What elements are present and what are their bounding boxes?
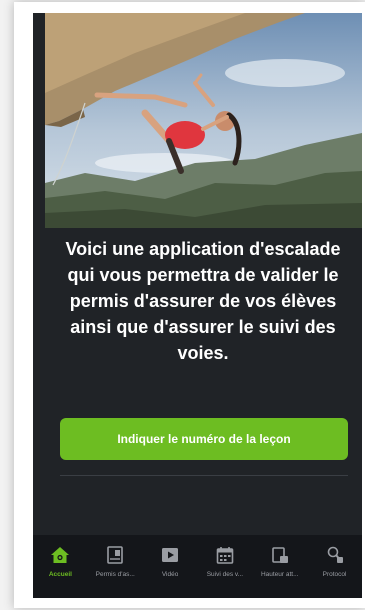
height-icon	[271, 547, 288, 563]
divider	[60, 475, 348, 476]
tab-protocol[interactable]: Protocol	[307, 535, 362, 598]
home-icon	[51, 547, 70, 563]
app-screen: Voici une application d'escalade qui vou…	[33, 13, 362, 598]
video-icon	[162, 548, 179, 562]
tab-label: Vidéo	[161, 571, 179, 578]
protocol-icon	[327, 546, 343, 563]
tab-accueil[interactable]: Accueil	[33, 535, 88, 598]
tab-label: Suivi des v...	[206, 571, 244, 578]
tab-suivi[interactable]: Suivi des v...	[197, 535, 252, 598]
tab-label: Accueil	[48, 571, 72, 578]
tab-video[interactable]: Vidéo	[143, 535, 198, 598]
tab-label: Permis d'as...	[95, 571, 135, 578]
tab-label: Protocol	[322, 571, 347, 578]
tab-hauteur[interactable]: Hauteur att...	[252, 535, 307, 598]
bottom-tab-bar: Accueil Permis d'as... Vidéo Suivi des v…	[33, 535, 362, 598]
climber-photo	[45, 13, 362, 228]
tab-label: Hauteur att...	[260, 571, 299, 578]
lesson-number-button[interactable]: Indiquer le numéro de la leçon	[60, 418, 348, 460]
calendar-icon	[216, 547, 234, 564]
tab-permis[interactable]: Permis d'as...	[88, 535, 143, 598]
license-icon	[107, 546, 124, 564]
intro-text: Voici une application d'escalade qui vou…	[65, 239, 341, 363]
